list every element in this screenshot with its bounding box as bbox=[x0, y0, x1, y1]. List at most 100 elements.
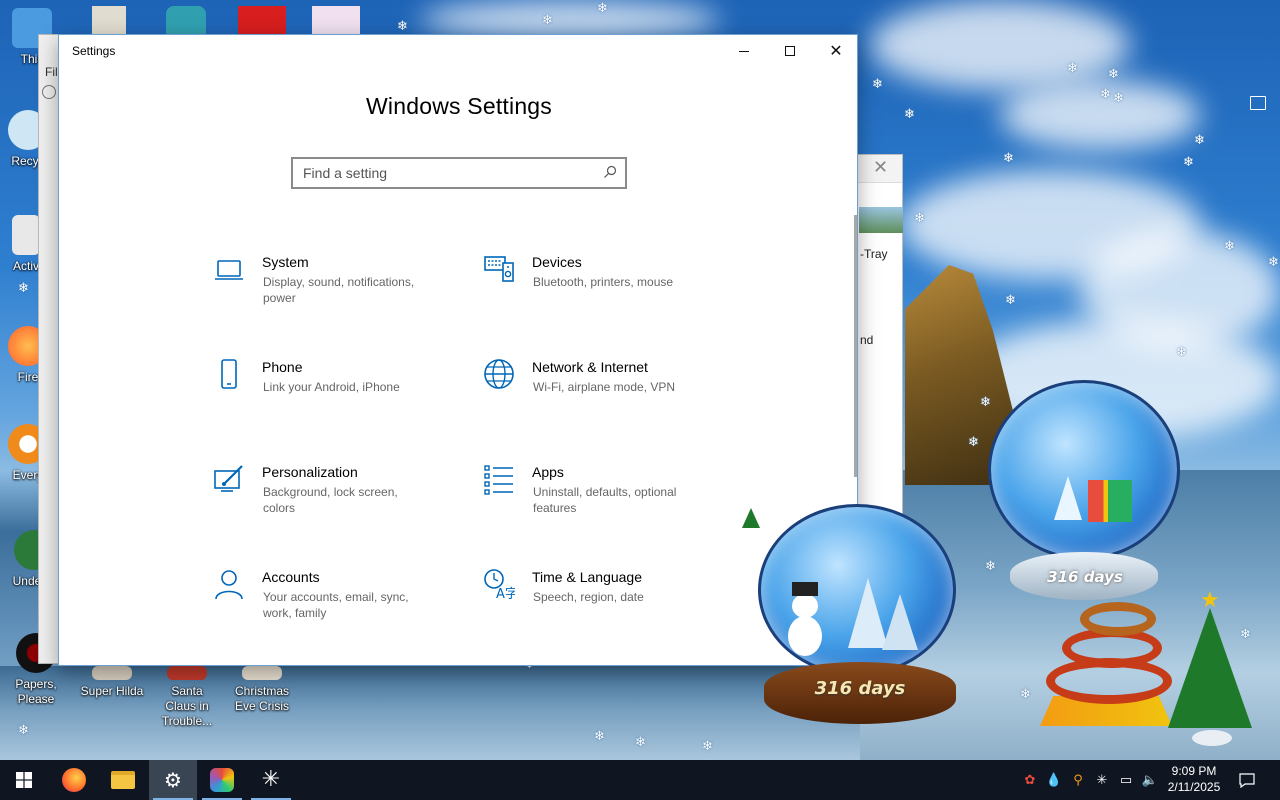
search-input[interactable] bbox=[303, 159, 593, 187]
tray-app-icon[interactable]: ✿ bbox=[1021, 771, 1039, 789]
desktop-icon-super-hilda[interactable]: Super Hilda bbox=[80, 666, 144, 699]
tree-star-icon: ★ bbox=[1200, 588, 1220, 613]
snowman-icon bbox=[786, 582, 822, 662]
taskbar-file-explorer[interactable] bbox=[99, 760, 147, 800]
desktop-icon-santa-claus[interactable]: Santa Claus in Trouble... bbox=[155, 666, 219, 729]
category-name: Apps bbox=[532, 464, 564, 480]
super-hilda-icon bbox=[92, 666, 132, 680]
svg-text:A字: A字 bbox=[496, 587, 515, 600]
action-center-icon[interactable] bbox=[1238, 771, 1256, 789]
desktop-icon-mcdonalds[interactable] bbox=[238, 6, 286, 34]
desktop-icon-top-1[interactable] bbox=[92, 6, 126, 34]
taskbar-settings[interactable]: ⚙ bbox=[149, 760, 197, 800]
bg-window-fragment: Fil bbox=[45, 65, 58, 79]
taskbar: ⚙ ✳ ✿ 💧 ⚲ ✳ ▭ 🔈 9:09 PM 2/11/2025 bbox=[0, 760, 1280, 800]
tray-drop-icon[interactable]: 💧 bbox=[1045, 771, 1063, 789]
phone-icon bbox=[221, 359, 237, 389]
category-name: Phone bbox=[262, 359, 303, 375]
start-icon bbox=[16, 772, 32, 788]
bg-dialog-image bbox=[859, 207, 903, 233]
category-time-language[interactable]: A字 Time & Language Speech, region, date bbox=[483, 568, 733, 638]
category-accounts[interactable]: Accounts Your accounts, email, sync, wor… bbox=[213, 568, 463, 638]
taskbar-clock[interactable]: 9:09 PM 2/11/2025 bbox=[1166, 763, 1222, 795]
bg-window-scroll-button[interactable] bbox=[42, 85, 56, 99]
person-icon bbox=[215, 570, 243, 600]
category-name: Accounts bbox=[262, 569, 320, 585]
close-icon: ✕ bbox=[829, 41, 843, 60]
apps-list-icon bbox=[484, 465, 513, 495]
window-title: Settings bbox=[72, 44, 116, 58]
category-name: Personalization bbox=[262, 464, 358, 480]
category-desc: Wi-Fi, airplane mode, VPN bbox=[533, 380, 676, 394]
tree-base bbox=[1192, 730, 1232, 746]
small-tree-icon bbox=[1054, 476, 1082, 520]
tray-search-icon[interactable]: ⚲ bbox=[1069, 771, 1087, 789]
bg-dialog-close-icon[interactable]: ✕ bbox=[873, 157, 888, 178]
category-name: Network & Internet bbox=[532, 359, 648, 375]
category-desc: Bluetooth, printers, mouse bbox=[533, 275, 674, 289]
christmas-eve-crisis-icon bbox=[242, 666, 282, 680]
snow-globe-widget-small[interactable]: 316 days bbox=[980, 380, 1190, 605]
category-desc: Speech, region, date bbox=[533, 590, 644, 604]
category-apps[interactable]: Apps Uninstall, defaults, optional featu… bbox=[483, 463, 733, 533]
spiral-coil-3 bbox=[1080, 602, 1156, 636]
title-bar[interactable]: Settings ✕ bbox=[59, 35, 857, 67]
snowflake-app-icon: ✳ bbox=[261, 767, 281, 792]
category-personalization[interactable]: Personalization Background, lock screen,… bbox=[213, 463, 463, 533]
mini-tree-cursor-icon bbox=[742, 508, 760, 528]
globe-icon bbox=[484, 359, 514, 389]
category-desc: Link your Android, iPhone bbox=[263, 380, 400, 394]
colorful-app-icon bbox=[210, 768, 234, 792]
category-phone[interactable]: Phone Link your Android, iPhone bbox=[213, 358, 463, 428]
search-icon[interactable] bbox=[603, 165, 617, 179]
category-devices[interactable]: Devices Bluetooth, printers, mouse bbox=[483, 253, 733, 323]
desktop-icon-christmas-eve-crisis[interactable]: Christmas Eve Crisis bbox=[230, 666, 294, 714]
network-icon[interactable]: ▭ bbox=[1117, 771, 1135, 789]
category-name: Time & Language bbox=[532, 569, 642, 585]
notification-icon[interactable] bbox=[1250, 96, 1266, 110]
minimize-button[interactable] bbox=[721, 35, 767, 67]
time-language-icon: A字 bbox=[484, 569, 515, 600]
close-button[interactable]: ✕ bbox=[813, 35, 859, 67]
scrollbar[interactable] bbox=[854, 215, 857, 477]
gift-boxes-icon bbox=[1088, 480, 1132, 522]
santa-claus-icon bbox=[167, 666, 207, 680]
category-name: Devices bbox=[532, 254, 582, 270]
maximize-button[interactable] bbox=[767, 35, 813, 67]
snow-globe-widget-large[interactable]: 316 days bbox=[752, 502, 964, 727]
christmas-tree-widget[interactable]: ★ bbox=[1164, 590, 1260, 750]
document-icon bbox=[12, 215, 40, 255]
desktop-icon-top-4[interactable] bbox=[312, 6, 360, 34]
category-desc: Background, lock screen, colors bbox=[263, 485, 398, 515]
file-explorer-icon bbox=[111, 771, 135, 789]
spiral-tree-widget[interactable] bbox=[1036, 596, 1176, 732]
category-desc: Uninstall, defaults, optional features bbox=[533, 485, 677, 515]
taskbar-firefox[interactable] bbox=[50, 760, 98, 800]
category-network-internet[interactable]: Network & Internet Wi-Fi, airplane mode,… bbox=[483, 358, 733, 428]
settings-window[interactable]: Settings ✕ Windows Settings System Displ… bbox=[58, 34, 858, 666]
taskbar-colorful-app[interactable] bbox=[198, 760, 246, 800]
globe-days-small: 316 days bbox=[1047, 568, 1123, 586]
start-button[interactable] bbox=[0, 760, 48, 800]
category-desc: Your accounts, email, sync, work, family bbox=[263, 590, 409, 620]
laptop-icon bbox=[215, 260, 243, 280]
tray-snowflake-icon[interactable]: ✳ bbox=[1093, 771, 1111, 789]
taskbar-snowflake-app[interactable]: ✳ bbox=[247, 760, 295, 800]
settings-icon: ⚙ bbox=[164, 768, 182, 792]
christmas-tree-icon bbox=[1168, 608, 1252, 728]
category-system[interactable]: System Display, sound, notifications, po… bbox=[213, 253, 463, 323]
volume-muted-icon[interactable]: 🔈 bbox=[1141, 771, 1159, 789]
category-desc: Display, sound, notifications, power bbox=[263, 275, 415, 305]
firefox-icon bbox=[62, 768, 86, 792]
desktop-icon-top-2[interactable] bbox=[166, 6, 206, 34]
background-dialog-window[interactable]: ✕ -Tray nd bbox=[857, 154, 903, 514]
clock-time: 9:09 PM bbox=[1171, 764, 1217, 778]
keyboard-speaker-icon bbox=[484, 256, 514, 282]
category-name: System bbox=[262, 254, 309, 270]
search-box[interactable] bbox=[291, 157, 627, 189]
minimize-icon bbox=[739, 50, 749, 52]
snowy-trees-icon-2 bbox=[882, 594, 918, 650]
snow-globe-small bbox=[988, 380, 1180, 560]
globe-days-large: 316 days bbox=[814, 678, 906, 699]
paint-brush-icon bbox=[214, 465, 243, 492]
